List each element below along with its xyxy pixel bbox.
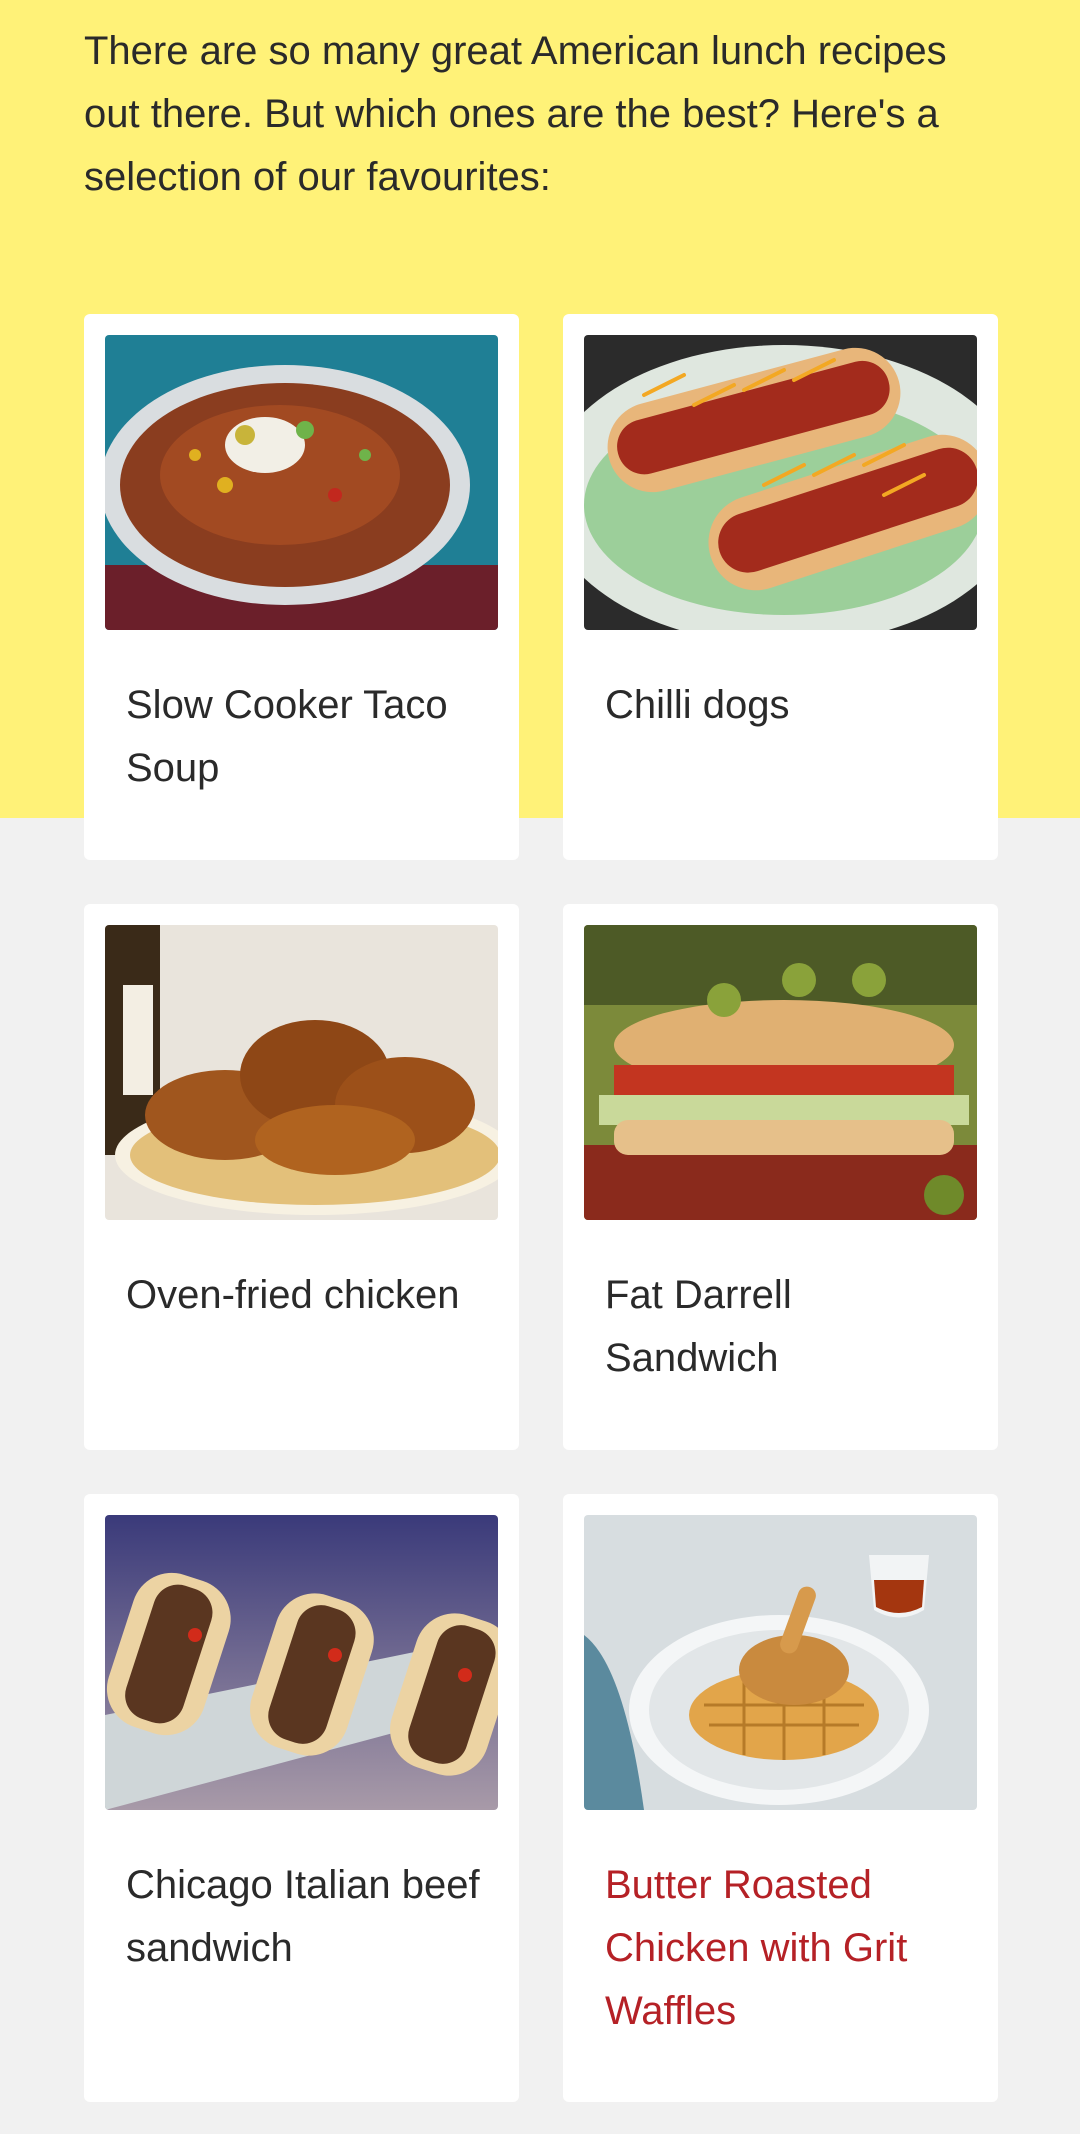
recipe-card-oven-fried-chicken[interactable]: Oven-fried chicken xyxy=(84,904,519,1450)
recipe-card-fat-darrell[interactable]: Fat Darrell Sandwich xyxy=(563,904,998,1450)
recipe-card-italian-beef[interactable]: Chicago Italian beef sandwich xyxy=(84,1494,519,2102)
recipe-title[interactable]: Oven-fried chicken xyxy=(126,1264,486,1327)
recipe-title[interactable]: Chicago Italian beef sandwich xyxy=(126,1854,486,1980)
recipe-title[interactable]: Chilli dogs xyxy=(605,674,965,737)
recipe-title[interactable]: Slow Cooker Taco Soup xyxy=(126,674,486,800)
recipe-grid: Slow Cooker Taco Soup Chilli dogs Oven-f… xyxy=(84,314,998,2102)
recipe-title[interactable]: Fat Darrell Sandwich xyxy=(605,1264,965,1390)
recipe-title[interactable]: Butter Roasted Chicken with Grit Waffles xyxy=(605,1854,965,2043)
taco-soup-photo xyxy=(105,335,498,630)
sub-sandwich-photo xyxy=(584,925,977,1220)
beef-sandwich-photo xyxy=(105,1515,498,1810)
chicken-waffle-photo xyxy=(584,1515,977,1810)
recipe-card-taco-soup[interactable]: Slow Cooker Taco Soup xyxy=(84,314,519,860)
intro-text: There are so many great American lunch r… xyxy=(84,29,947,199)
fried-chicken-photo xyxy=(105,925,498,1220)
recipe-card-chilli-dogs[interactable]: Chilli dogs xyxy=(563,314,998,860)
chilli-dogs-photo xyxy=(584,335,977,630)
recipe-card-chicken-waffles[interactable]: Butter Roasted Chicken with Grit Waffles xyxy=(563,1494,998,2102)
